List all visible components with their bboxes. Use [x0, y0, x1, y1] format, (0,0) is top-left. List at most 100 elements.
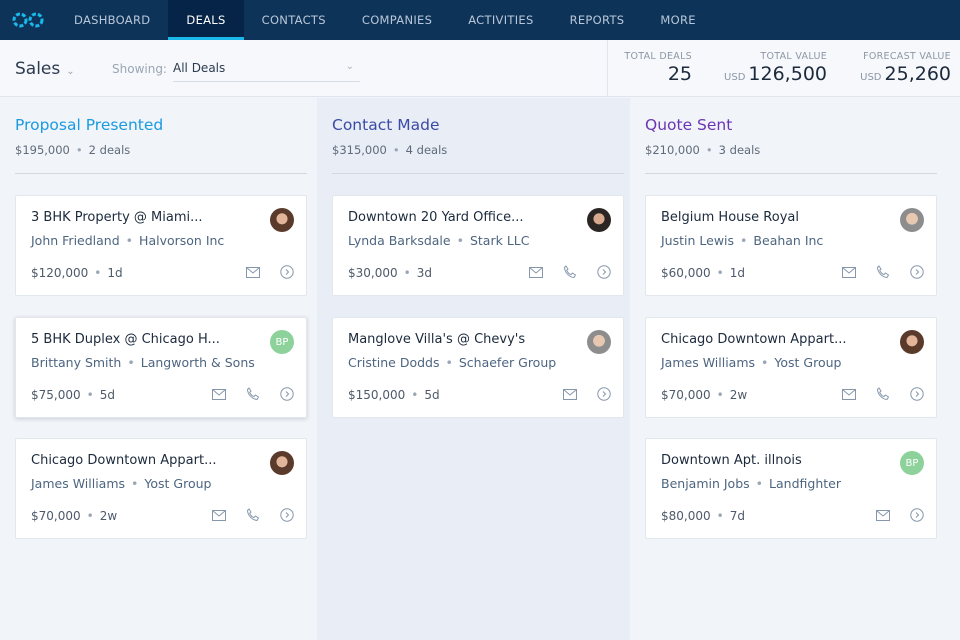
- deal-title: Chicago Downtown Appart...: [31, 453, 217, 468]
- chevron-down-icon: ⌄: [66, 66, 75, 77]
- mail-icon[interactable]: [212, 388, 226, 400]
- contact-name: John Friedland: [31, 233, 120, 248]
- stage-amount: $315,000: [332, 143, 387, 157]
- tab-deals[interactable]: DEALS: [168, 0, 244, 40]
- amount: $60,000: [661, 266, 711, 280]
- contact-name: James Williams: [31, 476, 126, 491]
- chevron-right-circle-icon[interactable]: [280, 508, 294, 522]
- stage-summary: $210,000 • 3 deals: [645, 143, 761, 157]
- avatar: BP: [900, 451, 924, 475]
- contact-name: Cristine Dodds: [348, 355, 440, 370]
- company-name: Langworth & Sons: [140, 355, 255, 370]
- divider: [645, 173, 937, 174]
- deal-contact: Lynda Barksdale • Stark LLC: [348, 233, 530, 248]
- divider: [15, 173, 307, 174]
- stage-summary: $195,000 • 2 deals: [15, 143, 131, 157]
- avatar: [587, 208, 611, 232]
- avatar: BP: [270, 330, 294, 354]
- deal-age: 5d: [99, 388, 115, 402]
- contact-name: Lynda Barksdale: [348, 233, 451, 248]
- deal-amount: $30,000 • 3d: [348, 266, 432, 280]
- currency: USD: [724, 72, 746, 83]
- deal-card[interactable]: Downtown Apt. illnois Benjamin Jobs • Land…: [645, 438, 937, 539]
- stat-label: FORECAST VALUE: [863, 51, 951, 62]
- company-name: Stark LLC: [469, 233, 530, 248]
- chevron-right-circle-icon[interactable]: [597, 265, 611, 279]
- deal-card[interactable]: Downtown 20 Yard Office... Lynda Barksda…: [332, 195, 624, 296]
- phone-icon[interactable]: [246, 508, 260, 522]
- deal-amount: $80,000 • 7d: [661, 509, 745, 523]
- deal-title: Belgium House Royal: [661, 210, 799, 225]
- stage-column: Proposal Presented $195,000 • 2 deals 3 BH…: [0, 98, 317, 640]
- chevron-right-circle-icon[interactable]: [597, 387, 611, 401]
- company-name: Schaefer Group: [458, 355, 557, 370]
- chevron-right-circle-icon[interactable]: [280, 265, 294, 279]
- stage-title: Quote Sent: [645, 116, 733, 134]
- mail-icon[interactable]: [212, 509, 226, 521]
- deal-title: Downtown 20 Yard Office...: [348, 210, 524, 225]
- deal-card[interactable]: 3 BHK Property @ Miami... John Friedland…: [15, 195, 307, 296]
- phone-icon[interactable]: [876, 265, 890, 279]
- contact-name: Brittany Smith: [31, 355, 122, 370]
- pipeline-select[interactable]: Sales ⌄: [15, 59, 75, 79]
- stage-amount: $195,000: [15, 143, 70, 157]
- tab-more[interactable]: MORE: [642, 0, 713, 40]
- deal-card[interactable]: Chicago Downtown Appart... James William…: [645, 317, 937, 418]
- deal-age: 1d: [729, 266, 745, 280]
- stat-value: 126,500: [748, 63, 827, 85]
- app-logo-icon[interactable]: [0, 0, 56, 40]
- avatar: [270, 208, 294, 232]
- deal-title: 5 BHK Duplex @ Chicago H...: [31, 332, 220, 347]
- chevron-right-circle-icon[interactable]: [280, 387, 294, 401]
- deal-card[interactable]: Manglove Villa's @ Chevy's Cristine Dodd…: [332, 317, 624, 418]
- mail-icon[interactable]: [842, 388, 856, 400]
- phone-icon[interactable]: [246, 387, 260, 401]
- chevron-down-icon: ⌄: [345, 61, 354, 72]
- mail-icon[interactable]: [529, 266, 543, 278]
- deal-card[interactable]: 5 BHK Duplex @ Chicago H... Brittany Smi…: [15, 317, 307, 418]
- stage-column: Quote Sent $210,000 • 3 deals Belgium Hous…: [630, 98, 960, 640]
- chevron-right-circle-icon[interactable]: [910, 387, 924, 401]
- deal-amount: $150,000 • 5d: [348, 388, 440, 402]
- mail-icon[interactable]: [246, 266, 260, 278]
- company-name: Beahan Inc: [753, 233, 824, 248]
- deal-age: 3d: [416, 266, 432, 280]
- mail-icon[interactable]: [842, 266, 856, 278]
- company-name: Yost Group: [144, 476, 212, 491]
- deal-stats: TOTAL DEALS 25 TOTAL VALUE USD 126,500 FORE…: [607, 40, 960, 97]
- deal-card[interactable]: Chicago Downtown Appart... James William…: [15, 438, 307, 539]
- stage-amount: $210,000: [645, 143, 700, 157]
- stat-forecast-value: FORECAST VALUE USD 25,260: [860, 51, 951, 85]
- deal-age: 1d: [107, 266, 123, 280]
- contact-name: Benjamin Jobs: [661, 476, 750, 491]
- tab-companies[interactable]: COMPANIES: [344, 0, 450, 40]
- chevron-right-circle-icon[interactable]: [910, 265, 924, 279]
- deal-contact: Benjamin Jobs • Landfighter: [661, 476, 841, 491]
- phone-icon[interactable]: [563, 265, 577, 279]
- stage-count: 4 deals: [405, 143, 448, 157]
- tab-contacts[interactable]: CONTACTS: [244, 0, 344, 40]
- deal-amount: $70,000 • 2w: [31, 509, 118, 523]
- stat-value: 25,260: [884, 63, 951, 85]
- mail-icon[interactable]: [563, 388, 577, 400]
- stage-title: Contact Made: [332, 116, 440, 134]
- contact-name: Justin Lewis: [661, 233, 735, 248]
- divider: [332, 173, 624, 174]
- deal-age: 5d: [424, 388, 440, 402]
- tab-dashboard[interactable]: DASHBOARD: [56, 0, 168, 40]
- deal-age: 2w: [729, 388, 748, 402]
- deal-filter-select[interactable]: All Deals ⌄: [173, 56, 360, 82]
- tab-activities[interactable]: ACTIVITIES: [450, 0, 551, 40]
- stat-label: TOTAL VALUE: [760, 51, 827, 62]
- deal-title: Downtown Apt. illnois: [661, 453, 802, 468]
- company-name: Yost Group: [774, 355, 842, 370]
- deal-card[interactable]: Belgium House Royal Justin Lewis • Beahan …: [645, 195, 937, 296]
- chevron-right-circle-icon[interactable]: [910, 508, 924, 522]
- deal-contact: Brittany Smith • Langworth & Sons: [31, 355, 255, 370]
- mail-icon[interactable]: [876, 509, 890, 521]
- avatar: [900, 330, 924, 354]
- tab-reports[interactable]: REPORTS: [552, 0, 643, 40]
- deal-contact: James Williams • Yost Group: [661, 355, 842, 370]
- stat-label: TOTAL DEALS: [624, 51, 692, 62]
- phone-icon[interactable]: [876, 387, 890, 401]
